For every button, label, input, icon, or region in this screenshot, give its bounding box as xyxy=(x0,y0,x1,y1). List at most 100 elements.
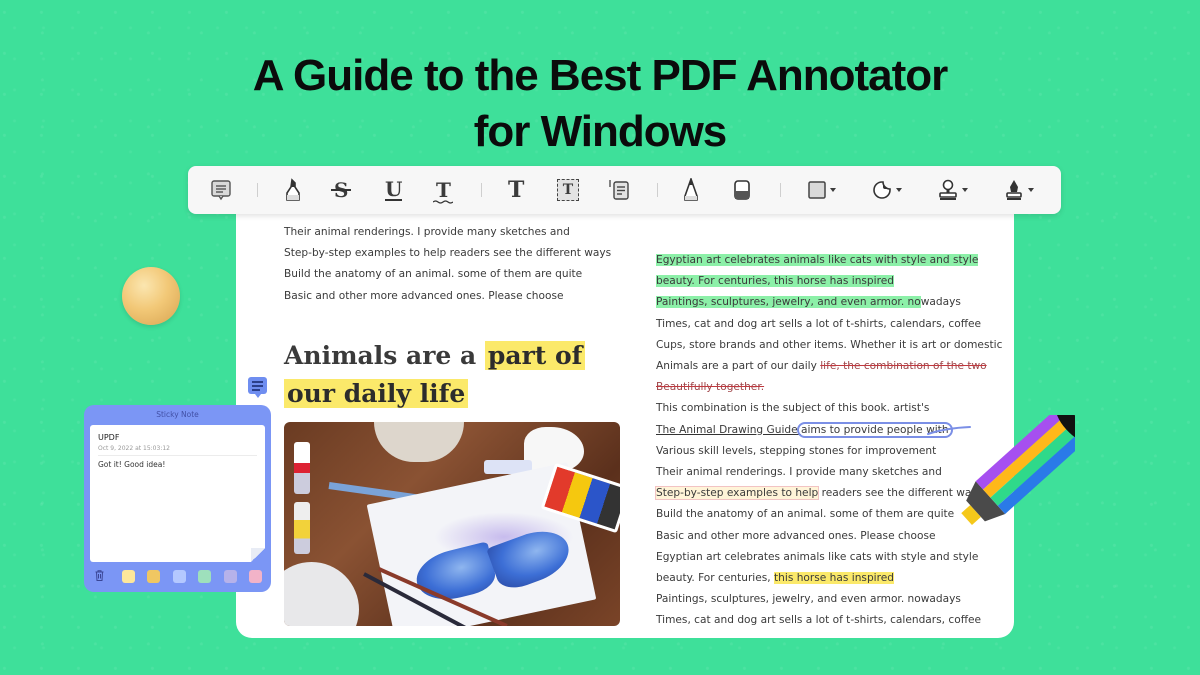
rectangle-icon xyxy=(808,181,826,199)
headline-line-1: A Guide to the Best PDF Annotator xyxy=(252,51,949,100)
divider xyxy=(98,455,257,456)
text-line: Basic and other more advanced ones. Plea… xyxy=(284,289,564,302)
decorative-ball xyxy=(122,267,180,325)
squiggly-glyph: T xyxy=(436,178,451,202)
text-box-tool[interactable]: T xyxy=(557,178,579,202)
text-span: readers see the different ways xyxy=(818,487,984,500)
text-callout-tool[interactable] xyxy=(607,178,631,202)
trash-icon[interactable] xyxy=(95,570,104,581)
toolbar-separator xyxy=(257,183,258,197)
highlighted-text[interactable]: Egyptian art celebrates animals like cat… xyxy=(656,254,979,266)
text-line: Times, cat and dog art sells a lot of t-… xyxy=(656,614,982,627)
pencil-tool[interactable] xyxy=(682,178,700,202)
text-span: beauty. For centuries, xyxy=(656,572,775,585)
chevron-down-icon xyxy=(830,188,836,192)
text-line: Build the anatomy of an animal. some of … xyxy=(656,508,955,521)
text-line: Their animal renderings. I provide many … xyxy=(284,226,570,238)
strikethrough-text[interactable]: Beautifully together. xyxy=(656,381,764,393)
text-box-glyph: T xyxy=(562,182,574,198)
text-span: Animals are a part of our daily xyxy=(656,360,821,373)
text-icon: T xyxy=(508,177,525,203)
chevron-down-icon xyxy=(962,188,968,192)
color-swatch-purple[interactable] xyxy=(224,570,237,583)
highlighted-text[interactable]: Paintings, sculptures, jewelry, and even… xyxy=(656,296,921,309)
photo-paint-tube xyxy=(294,442,310,494)
toolbar-separator xyxy=(780,183,781,197)
toolbar-separator xyxy=(481,183,482,197)
text-line: Build the anatomy of an animal. some of … xyxy=(284,268,583,281)
chevron-down-icon xyxy=(896,188,902,192)
boxed-text[interactable]: Step-by-step examples to help xyxy=(654,486,820,501)
comment-icon xyxy=(211,180,231,201)
sticky-note-title: Sticky Note xyxy=(156,410,199,419)
heading-highlight[interactable]: our daily life xyxy=(284,378,469,408)
pencil-icon xyxy=(684,178,698,201)
text-line: Egyptian art celebrates animals like cat… xyxy=(656,250,1006,271)
color-swatch-pink[interactable] xyxy=(249,570,262,583)
color-swatch-blue[interactable] xyxy=(173,570,186,583)
strikethrough-tool[interactable]: S xyxy=(331,178,352,202)
text-line: Various skill levels, stepping stones fo… xyxy=(656,444,937,457)
underlined-text[interactable]: The Animal Drawing Guide xyxy=(656,424,801,436)
highlighter-icon xyxy=(286,178,300,201)
sticky-note-marker-icon[interactable] xyxy=(248,377,267,398)
text-line: Egyptian art celebrates animals like cat… xyxy=(656,550,979,563)
stamp-icon xyxy=(939,179,957,200)
underline-icon: U xyxy=(385,179,403,201)
text-line: Their animal renderings. I provide many … xyxy=(656,466,942,479)
sticker-tool[interactable] xyxy=(872,178,902,202)
squiggly-tool[interactable]: T xyxy=(433,178,453,204)
photo-bowl xyxy=(374,422,464,462)
signature-tool[interactable] xyxy=(1004,178,1034,202)
text-callout-icon xyxy=(609,180,629,200)
sticky-note-author: UPDF xyxy=(98,433,120,442)
highlighted-text[interactable]: beauty. For centuries, this horse has in… xyxy=(656,275,894,288)
heading-text: Animals are a xyxy=(284,340,485,370)
text-line: Basic and other more advanced ones. Plea… xyxy=(656,529,936,542)
headline-line-2: for Windows xyxy=(473,107,728,156)
comment-tool[interactable] xyxy=(210,178,232,202)
sticker-icon xyxy=(873,181,891,199)
photo-palette xyxy=(284,562,359,626)
ink-stroke[interactable] xyxy=(926,422,972,438)
text-line: Times, cat and dog art sells a lot of t-… xyxy=(656,317,982,330)
strikethrough-icon: S xyxy=(331,178,352,202)
sticky-note-date: Oct 9, 2022 at 15:03:12 xyxy=(98,445,170,452)
underline-tool[interactable]: U xyxy=(385,178,403,202)
left-column: Their animal renderings. I provide many … xyxy=(284,222,624,413)
pdf-page: Their animal renderings. I provide many … xyxy=(236,200,1014,638)
sticky-note-footer xyxy=(84,568,271,584)
color-swatch-orange[interactable] xyxy=(147,570,160,583)
color-swatch-green[interactable] xyxy=(198,570,211,583)
stamp-tool[interactable] xyxy=(938,178,968,202)
eraser-icon xyxy=(734,180,750,200)
text-line: Cups, store brands and other items. Whet… xyxy=(656,338,1003,351)
right-column: Egyptian art celebrates animals like cat… xyxy=(654,250,1006,632)
sticky-note-popup: Sticky Note UPDF Oct 9, 2022 at 15:03:12… xyxy=(84,405,271,592)
section-heading: Animals are a part of our daily life xyxy=(284,337,624,413)
pen-nib-icon xyxy=(1006,180,1022,200)
text-line: Step-by-step examples to help readers se… xyxy=(284,247,612,260)
text-tool[interactable]: T xyxy=(508,177,525,203)
chevron-down-icon xyxy=(1028,188,1034,192)
text-span: wadays xyxy=(920,296,961,309)
shape-tool[interactable] xyxy=(808,178,836,202)
heading-highlight[interactable]: part of xyxy=(484,340,586,370)
strikethrough-text[interactable]: life, the combination of the two xyxy=(820,360,986,372)
toolbar-separator xyxy=(657,183,658,197)
highlighted-text[interactable]: this horse has inspired xyxy=(774,572,894,585)
text-line: Animals are a part of our daily life, th… xyxy=(656,356,1006,377)
article-image xyxy=(284,422,620,626)
highlight-tool[interactable] xyxy=(283,178,303,202)
eraser-tool[interactable] xyxy=(733,178,751,202)
text-line: Beautifully together. xyxy=(656,377,1006,398)
text-line: Paintings, sculptures, jewelry, and even… xyxy=(656,593,961,606)
squiggly-underline-icon: T xyxy=(433,178,453,204)
text-line: beauty. For centuries, this horse has in… xyxy=(656,271,1006,292)
text-line: This combination is the subject of this … xyxy=(656,402,930,415)
sticky-note-text[interactable]: Got it! Good idea! xyxy=(98,460,165,469)
text-line: Step-by-step examples to help readers se… xyxy=(654,483,1006,504)
annotation-toolbar: S U T T T xyxy=(188,166,1061,214)
color-swatch-yellow[interactable] xyxy=(122,570,135,583)
sticky-note-body[interactable]: UPDF Oct 9, 2022 at 15:03:12 Got it! Goo… xyxy=(90,425,265,562)
